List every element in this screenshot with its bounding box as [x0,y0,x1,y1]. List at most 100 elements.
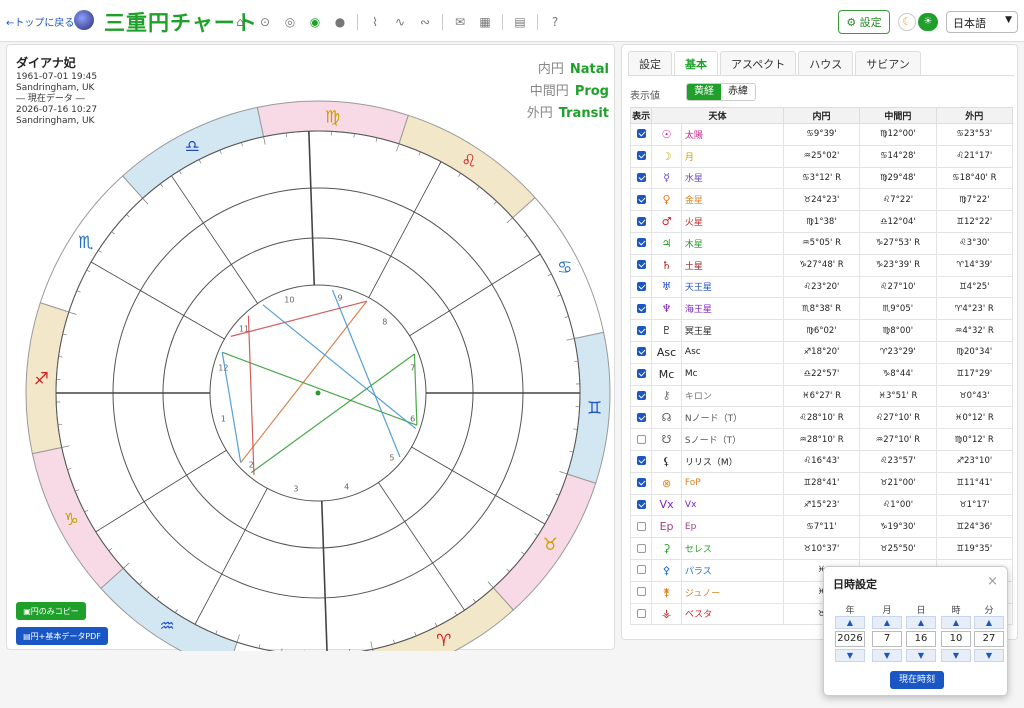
increment-button[interactable]: ▲ [872,616,902,629]
visibility-checkbox[interactable] [629,558,653,582]
visibility-checkbox[interactable] [629,144,653,168]
checkbox[interactable] [636,151,646,161]
checkbox[interactable] [636,390,646,400]
checkbox[interactable] [636,216,646,226]
wave-icon[interactable]: ∿ [392,14,408,30]
field-value[interactable]: 16 [906,631,936,647]
decrement-button[interactable]: ▼ [974,649,1004,662]
field-value[interactable]: 7 [872,631,902,647]
sun-icon[interactable]: ☀ [918,13,938,31]
increment-button[interactable]: ▲ [835,616,865,629]
wave-alt-icon[interactable]: ∾ [417,14,433,30]
decrement-button[interactable]: ▼ [835,649,865,662]
now-button[interactable]: 現在時刻 [890,671,944,689]
transit-position: ♍0°12' R [935,428,1014,451]
transit-position: ♌3°30' [935,231,1014,255]
checkbox[interactable] [636,194,646,204]
theme-toggle[interactable]: ☾ ☀ [898,13,938,31]
visibility-checkbox[interactable] [629,188,653,212]
settings-button[interactable]: ⚙ 設定 [838,10,890,34]
field-value[interactable]: 2026 [835,631,865,647]
clipboard-icon[interactable]: ▤ [512,14,528,30]
line-chart-icon[interactable]: ⌇ [367,14,383,30]
visibility-checkbox[interactable] [629,406,653,430]
copy-chart-button[interactable]: ▣ 円のみコピー [16,602,86,620]
visibility-checkbox[interactable] [629,253,653,277]
checkbox[interactable] [636,587,646,597]
decrement-button[interactable]: ▼ [941,649,971,662]
tab-settings[interactable]: 設定 [628,51,672,75]
field-value[interactable]: 27 [974,631,1004,647]
back-to-top-link[interactable]: ←トップに戻る [6,14,74,29]
tab-aspect[interactable]: アスペクト [720,51,797,75]
checkbox[interactable] [636,303,646,313]
checkbox[interactable] [636,543,646,553]
visibility-checkbox[interactable] [629,449,653,473]
visibility-checkbox[interactable] [629,580,653,604]
checkbox[interactable] [636,260,646,270]
visibility-checkbox[interactable] [629,515,653,539]
tab-house[interactable]: ハウス [798,51,854,75]
pdf-export-button[interactable]: ▤ 円+基本データPDF [16,627,108,645]
increment-button[interactable]: ▲ [906,616,936,629]
checkbox[interactable] [636,412,646,422]
visibility-checkbox[interactable] [629,602,653,626]
home-icon[interactable]: ⌂ [232,14,248,30]
visibility-checkbox[interactable] [629,123,653,146]
filled-circle-icon[interactable]: ● [332,14,348,30]
mail-icon[interactable]: ✉ [452,14,468,30]
visibility-checkbox[interactable] [629,166,653,190]
increment-button[interactable]: ▲ [941,616,971,629]
visibility-checkbox[interactable] [629,493,653,517]
checkbox[interactable] [636,281,646,291]
checkbox[interactable] [636,456,646,466]
checkbox[interactable] [636,238,646,248]
checkbox[interactable] [636,129,646,139]
language-select[interactable]: 日本語 ▼ [946,11,1018,33]
increment-button[interactable]: ▲ [974,616,1004,629]
visibility-checkbox[interactable] [629,340,653,364]
decrement-button[interactable]: ▼ [872,649,902,662]
visibility-checkbox[interactable] [629,319,653,342]
moon-icon[interactable]: ☾ [898,13,916,31]
birth-place: Sandringham, UK [16,83,95,93]
visibility-checkbox[interactable] [629,275,653,299]
checkbox[interactable] [636,172,646,182]
checkbox[interactable] [636,565,646,575]
declination-option[interactable]: 赤緯 [721,84,755,100]
help-icon[interactable]: ? [547,14,563,30]
checkbox[interactable] [636,434,646,444]
table-row: ☉ 太陽 ♋9°39' ♍12°00' ♋23°53' [629,123,1014,146]
visibility-checkbox[interactable] [629,428,653,451]
checkbox[interactable] [636,325,646,335]
checkbox[interactable] [636,478,646,488]
double-circle-icon[interactable]: ◎ [282,14,298,30]
triple-circle-icon[interactable]: ◉ [307,14,323,30]
transit-position: ♐23°10' [935,449,1014,473]
tab-sabian[interactable]: サビアン [855,51,921,75]
decrement-button[interactable]: ▼ [906,649,936,662]
field-value[interactable]: 10 [941,631,971,647]
calendar-icon[interactable]: ▦ [477,14,493,30]
prog-position: ♉25°50' [859,537,937,560]
visibility-checkbox[interactable] [629,362,653,386]
visibility-checkbox[interactable] [629,537,653,560]
close-icon[interactable]: × [987,574,998,589]
checkbox[interactable] [636,521,646,531]
checkbox[interactable] [636,347,646,357]
degree-tick [393,639,395,644]
visibility-checkbox[interactable] [629,210,653,233]
circle-dot-icon[interactable]: ⊙ [257,14,273,30]
tab-basic[interactable]: 基本 [674,51,718,75]
checkbox[interactable] [636,499,646,509]
visibility-checkbox[interactable] [629,384,653,408]
visibility-checkbox[interactable] [629,471,653,495]
visibility-checkbox[interactable] [629,297,653,321]
prog-position: ♌1°00' [859,493,937,517]
checkbox[interactable] [636,369,646,379]
triple-wheel-chart[interactable]: ♈♉♊♋♌♍♎♏♐♑♒♓123456789101112 [7,45,616,651]
aspect-line [262,304,417,430]
visibility-checkbox[interactable] [629,231,653,255]
checkbox[interactable] [636,608,646,618]
ecliptic-longitude-option[interactable]: 黄経 [687,84,721,100]
